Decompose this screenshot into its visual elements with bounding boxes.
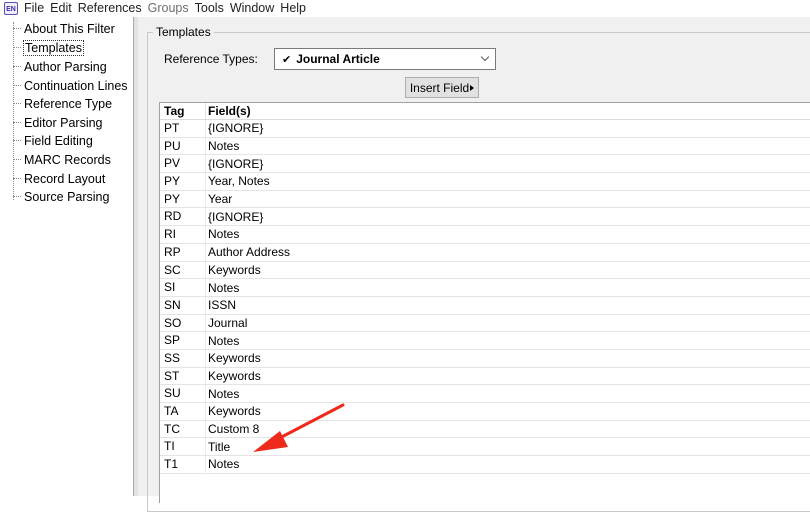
tree-item-label: Field Editing [24,133,93,148]
tree-item-record-layout[interactable]: Record Layout [13,169,106,188]
table-row[interactable]: SC Keywords [160,261,810,280]
table-row[interactable]: PY Year, Notes [160,173,810,191]
cell-tag[interactable]: SO [160,314,206,332]
cell-fields[interactable]: Author Address [206,245,290,259]
table-row[interactable]: SS Keywords [160,349,810,368]
cell-tag[interactable]: PY [160,173,206,190]
cell-tag[interactable]: SU [160,385,206,402]
menu-references[interactable]: References [78,0,142,17]
cell-tag[interactable]: RI [160,226,206,243]
cell-tag[interactable]: RP [160,243,206,261]
cell-fields[interactable]: Title [206,440,230,454]
tree-item-reference-type[interactable]: Reference Type [13,94,113,113]
table-row[interactable]: SI Notes [160,279,810,297]
tree-item-label: Source Parsing [24,189,110,204]
cell-tag[interactable]: PY [160,190,206,208]
menu-tools[interactable]: Tools [195,0,224,17]
table-row[interactable]: T1 Notes [160,456,810,474]
menu-edit[interactable]: Edit [50,0,72,17]
checkmark-icon: ✔ [282,53,292,66]
cell-tag[interactable]: TC [160,420,206,438]
cell-tag[interactable]: T1 [160,456,206,473]
red-arrow-annotation [253,403,345,452]
cell-tag[interactable]: SI [160,279,206,296]
submenu-arrow-icon [470,84,475,91]
table-row[interactable]: SP Notes [160,332,810,350]
cell-tag[interactable]: SP [160,332,206,349]
table-row[interactable]: SN ISSN [160,296,810,315]
cell-tag[interactable]: PU [160,137,206,155]
reference-types-label: Reference Types: [164,52,258,66]
tree-item-source-parsing[interactable]: Source Parsing [13,187,110,206]
menu-help[interactable]: Help [280,0,306,17]
insert-field-button[interactable]: Insert Field [405,77,479,98]
cell-fields[interactable]: Notes [206,139,239,153]
cell-fields[interactable]: ISSN [206,298,236,312]
cell-tag[interactable]: SC [160,261,206,279]
cell-fields[interactable]: {IGNORE} [206,210,263,224]
tree-item-label: Templates [23,39,84,56]
cell-fields[interactable]: Notes [206,334,239,348]
tree-item-marc-records[interactable]: MARC Records [13,150,112,169]
cell-fields[interactable]: {IGNORE} [206,121,263,135]
table-row[interactable]: PU Notes [160,137,810,156]
insert-field-label: Insert Field [409,80,470,95]
cell-fields[interactable]: Year, Notes [206,174,270,188]
tree-item-about-this-filter[interactable]: About This Filter [13,19,116,38]
cell-tag[interactable]: SS [160,349,206,367]
cell-fields[interactable]: Notes [206,457,239,471]
table-row[interactable]: PY Year [160,190,810,209]
table-header: Tag Field(s) [160,103,810,120]
table-row[interactable]: PV {IGNORE} [160,155,810,174]
tree-item-label: About This Filter [24,21,115,36]
reference-type-value: Journal Article [296,52,380,66]
cell-tag[interactable]: ST [160,367,206,385]
endnote-app-icon[interactable]: EN [4,2,18,15]
cell-fields[interactable]: Keywords [206,263,261,277]
tree-item-field-editing[interactable]: Field Editing [13,131,94,150]
cell-fields[interactable]: Notes [206,387,239,401]
cell-tag[interactable]: PT [160,120,206,137]
table-row[interactable]: ST Keywords [160,367,810,386]
groupbox-title: Templates [153,25,214,39]
chevron-down-icon [480,52,490,62]
tree-item-label: Editor Parsing [24,115,103,130]
cell-fields[interactable]: Notes [206,281,239,295]
cell-fields[interactable]: Year [206,192,232,206]
cell-fields[interactable]: Keywords [206,369,261,383]
column-header-fields[interactable]: Field(s) [206,104,251,118]
menu-groups[interactable]: Groups [148,0,189,17]
tree-item-editor-parsing[interactable]: Editor Parsing [13,113,104,132]
table-row[interactable]: PT {IGNORE} [160,120,810,138]
cell-fields[interactable]: Notes [206,227,239,241]
table-row[interactable]: RI Notes [160,226,810,244]
reference-types-dropdown[interactable]: ✔ Journal Article [274,48,496,70]
cell-tag[interactable]: SN [160,296,206,314]
cell-tag[interactable]: PV [160,155,206,173]
cell-fields[interactable]: Journal [206,316,247,330]
table-row[interactable]: RD {IGNORE} [160,208,810,227]
menu-window[interactable]: Window [230,0,274,17]
cell-tag[interactable]: RD [160,208,206,226]
menu-bar: EN File Edit References Groups Tools Win… [0,0,810,17]
cell-fields[interactable]: {IGNORE} [206,157,263,171]
table-row[interactable]: RP Author Address [160,243,810,262]
table-row[interactable]: SU Notes [160,385,810,403]
templates-panel: Templates Reference Types: ✔ Journal Art… [138,17,810,512]
tree-item-label: Continuation Lines [24,78,128,93]
table-row[interactable]: SO Journal [160,314,810,333]
tree-item-label: Author Parsing [24,59,107,74]
tree-item-label: Reference Type [24,96,113,111]
tree-item-templates[interactable]: Templates [13,38,84,57]
column-header-tag[interactable]: Tag [160,103,206,119]
tree-item-author-parsing[interactable]: Author Parsing [13,57,108,76]
cell-fields[interactable]: Keywords [206,351,261,365]
menu-file[interactable]: File [24,0,44,17]
filter-sections-tree: About This Filter Templates Author Parsi… [0,17,134,496]
tree-item-label: MARC Records [24,152,111,167]
cell-tag[interactable]: TA [160,403,206,420]
tree-item-label: Record Layout [24,171,106,186]
cell-tag[interactable]: TI [160,438,206,456]
tree-item-continuation-lines[interactable]: Continuation Lines [13,76,129,95]
